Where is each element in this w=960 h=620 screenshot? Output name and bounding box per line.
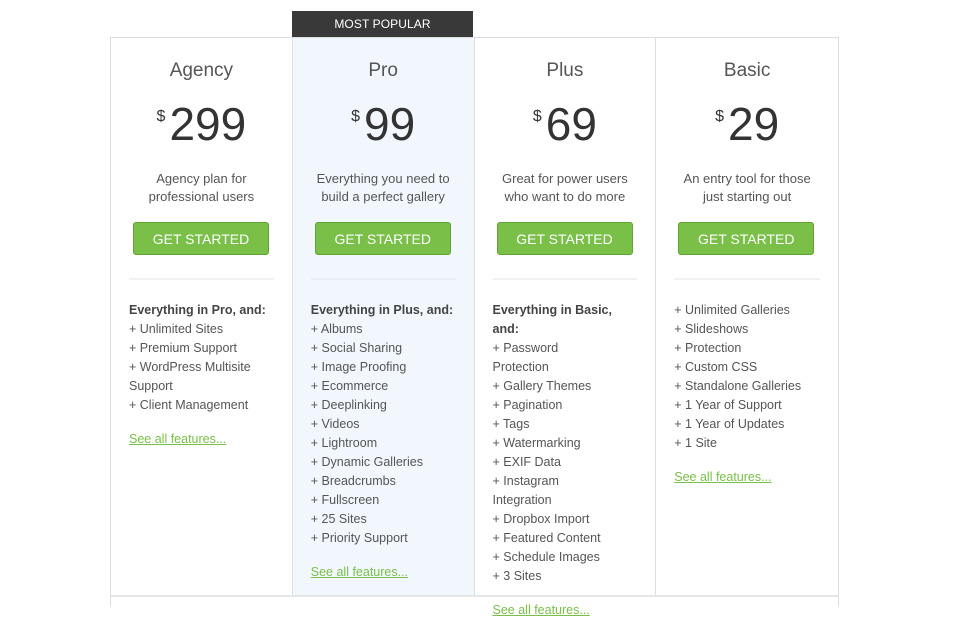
see-all-features-link[interactable]: See all features... — [129, 430, 226, 449]
feature-item: + Deeplinking — [310, 398, 387, 412]
plan-description: An entry tool for those just starting ou… — [683, 171, 811, 204]
feature-item: + Featured Content — [492, 531, 601, 545]
feature-item: + Standalone Galleries — [674, 379, 802, 393]
plan-name: Plus — [546, 60, 584, 81]
feature-item: + WordPress Multisite Support — [129, 360, 251, 393]
feature-item: + Albums — [310, 322, 363, 336]
price-amount: 69 — [545, 98, 597, 150]
plan-name: Agency — [169, 60, 234, 81]
feature-item: + Gallery Themes — [492, 379, 592, 393]
feature-item: + Unlimited Sites — [129, 322, 224, 336]
feature-item: + Dropbox Import — [492, 512, 590, 526]
currency-symbol: $ — [715, 108, 724, 125]
feature-item: + 1 Site — [674, 436, 717, 450]
table-edge-left — [110, 597, 111, 606]
feature-item: + Image Proofing — [310, 360, 407, 374]
feature-item: + 25 Sites — [310, 512, 367, 526]
currency-symbol: $ — [351, 108, 360, 125]
see-all-features-link[interactable]: See all features... — [311, 563, 408, 582]
feature-list: Everything in Plus, and: + Albums + Socia… — [311, 301, 464, 582]
feature-item: + Watermarking — [492, 436, 581, 450]
get-started-button[interactable]: GET STARTED — [678, 222, 815, 255]
currency-symbol: $ — [532, 108, 542, 125]
plan-column-agency: Agency $ 299 Agency plan for professiona… — [111, 38, 293, 595]
plan-price: $ 69 — [475, 96, 656, 152]
feature-item: + Priority Support — [310, 531, 408, 545]
feature-item: + Custom CSS — [674, 360, 758, 374]
price-amount: 29 — [727, 98, 780, 150]
feature-item: + 1 Year of Updates — [674, 417, 785, 431]
table-edge-right — [838, 597, 839, 606]
get-started-button[interactable]: GET STARTED — [314, 222, 451, 255]
divider — [310, 278, 456, 280]
features: + Unlimited Galleries + Slideshows + Prote… — [674, 301, 828, 453]
feature-list: + Unlimited Galleries + Slideshows + Prote… — [674, 301, 828, 487]
plan-column-pro: Pro $ 99 Everything you need to build a … — [292, 38, 475, 595]
pricing-table: Agency $ 299 Agency plan for professiona… — [110, 37, 839, 617]
feature-item: + Videos — [310, 417, 360, 431]
feature-item: + Instagram Integration — [492, 474, 559, 507]
plan-name: Basic — [723, 60, 771, 81]
feature-item: + Protection — [674, 341, 742, 355]
plan-description: Agency plan for professional users — [148, 171, 255, 204]
price-amount: 299 — [169, 98, 247, 150]
price-amount: 99 — [363, 98, 416, 150]
features-heading: Everything in Basic, and: — [492, 303, 612, 336]
feature-item: + Pagination — [492, 398, 563, 412]
features: + Unlimited Sites + Premium Support + Word… — [129, 320, 282, 415]
plan-price: $ 299 — [111, 96, 292, 152]
plan-price: $ 29 — [656, 96, 838, 152]
feature-item: + 1 Year of Support — [674, 398, 782, 412]
feature-item: + Slideshows — [674, 322, 749, 336]
most-popular-badge: MOST POPULAR — [292, 11, 473, 37]
feature-item: + Tags — [492, 417, 530, 431]
divider — [674, 278, 820, 280]
features: + Albums + Social Sharing + Image Proofing… — [311, 320, 464, 548]
feature-item: + Ecommerce — [310, 379, 389, 393]
feature-list: Everything in Pro, and: + Unlimited Site… — [129, 301, 282, 449]
feature-item: + Fullscreen — [310, 493, 380, 507]
feature-item: + Client Management — [129, 398, 249, 412]
divider — [492, 278, 638, 280]
feature-item: + Lightroom — [310, 436, 378, 450]
currency-symbol: $ — [156, 108, 166, 125]
features-heading: Everything in Pro, and: — [129, 303, 266, 317]
get-started-button[interactable]: GET STARTED — [133, 222, 269, 255]
plan-name: Pro — [368, 60, 398, 81]
plan-price: $ 99 — [293, 96, 474, 152]
feature-item: + Password Protection — [492, 341, 559, 374]
feature-item: + Unlimited Galleries — [674, 303, 790, 317]
feature-item: + Schedule Images — [492, 550, 600, 564]
plan-description: Great for power users who want to do mor… — [502, 171, 628, 204]
plan-column-plus: Plus $ 69 Great for power users who want… — [475, 38, 657, 617]
feature-item: + Social Sharing — [310, 341, 403, 355]
feature-item: + EXIF Data — [492, 455, 561, 469]
see-all-features-link[interactable]: See all features... — [674, 468, 771, 487]
plan-description: Everything you need to build a perfect g… — [316, 171, 450, 204]
get-started-button[interactable]: GET STARTED — [496, 222, 633, 255]
feature-item: + Breadcrumbs — [310, 474, 396, 488]
see-all-features-link[interactable]: See all features... — [493, 601, 590, 620]
feature-item: + 3 Sites — [492, 569, 542, 583]
feature-item: + Dynamic Galleries — [310, 455, 423, 469]
feature-item: + Premium Support — [129, 341, 238, 355]
plan-column-basic: Basic $ 29 An entry tool for those just … — [656, 38, 838, 595]
features: + Password Protection + Gallery Themes + P… — [493, 339, 616, 586]
features-heading: Everything in Plus, and: — [310, 303, 454, 317]
divider — [129, 278, 274, 280]
feature-list: Everything in Basic, and: + Password Pro… — [493, 301, 616, 620]
